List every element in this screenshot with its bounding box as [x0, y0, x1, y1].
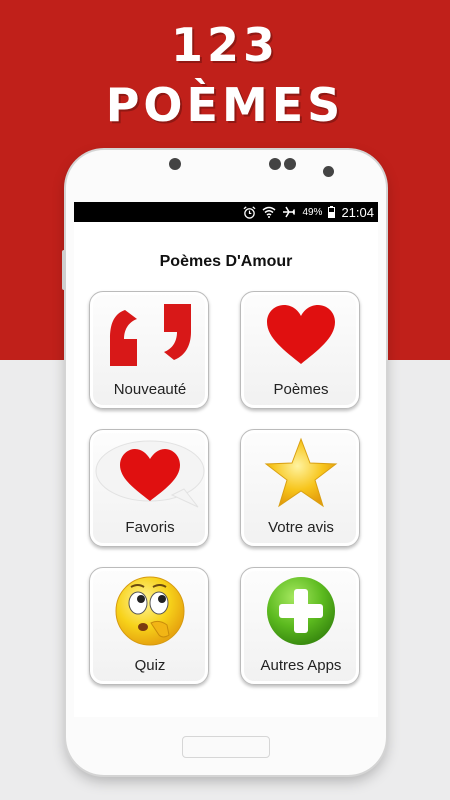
- phone-camera: [269, 158, 281, 170]
- battery-icon: [328, 206, 336, 218]
- promo-line-2: POÈMES: [105, 78, 345, 132]
- menu-label: Poèmes: [273, 381, 329, 398]
- clock: 21:04: [341, 204, 374, 220]
- phone-camera: [284, 158, 296, 170]
- menu-tile-favoris[interactable]: Favoris: [89, 429, 209, 547]
- wifi-icon: [262, 206, 276, 218]
- airplane-mode-icon: [283, 206, 296, 218]
- menu-tile-poemes[interactable]: Poèmes: [240, 291, 360, 409]
- promo-line-1: 123: [170, 18, 280, 72]
- heart-bubble-icon: [90, 436, 210, 510]
- alarm-icon: [243, 205, 256, 219]
- menu-tile-votre-avis[interactable]: Votre avis: [240, 429, 360, 547]
- star-icon: [241, 436, 361, 510]
- status-bar: 49% 21:04: [74, 202, 378, 222]
- menu-label: Autres Apps: [260, 657, 342, 674]
- menu-tile-nouveaute[interactable]: Nouveauté: [89, 291, 209, 409]
- menu-label: Favoris: [125, 519, 175, 536]
- heart-icon: [241, 298, 361, 372]
- battery-percent: 49%: [302, 206, 323, 218]
- app-title: Poèmes D'Amour: [159, 253, 293, 270]
- menu-label: Votre avis: [268, 519, 334, 536]
- phone-sensor: [169, 158, 181, 170]
- home-button[interactable]: [182, 736, 270, 758]
- menu-label: Nouveauté: [113, 381, 187, 398]
- phone-frame: 49% 21:04 Poèmes D'Amour Nouveauté Poème…: [62, 150, 386, 775]
- quote-icon: [90, 298, 210, 372]
- menu-tile-autres-apps[interactable]: Autres Apps: [240, 567, 360, 685]
- phone-side-button: [62, 250, 66, 290]
- plus-circle-icon: [241, 574, 361, 648]
- phone-screen: 49% 21:04 Poèmes D'Amour Nouveauté Poème…: [74, 202, 378, 717]
- menu-label: Quiz: [134, 657, 166, 674]
- phone-sensor: [323, 166, 334, 177]
- thinking-smiley-icon: [90, 574, 210, 648]
- menu-tile-quiz[interactable]: Quiz: [89, 567, 209, 685]
